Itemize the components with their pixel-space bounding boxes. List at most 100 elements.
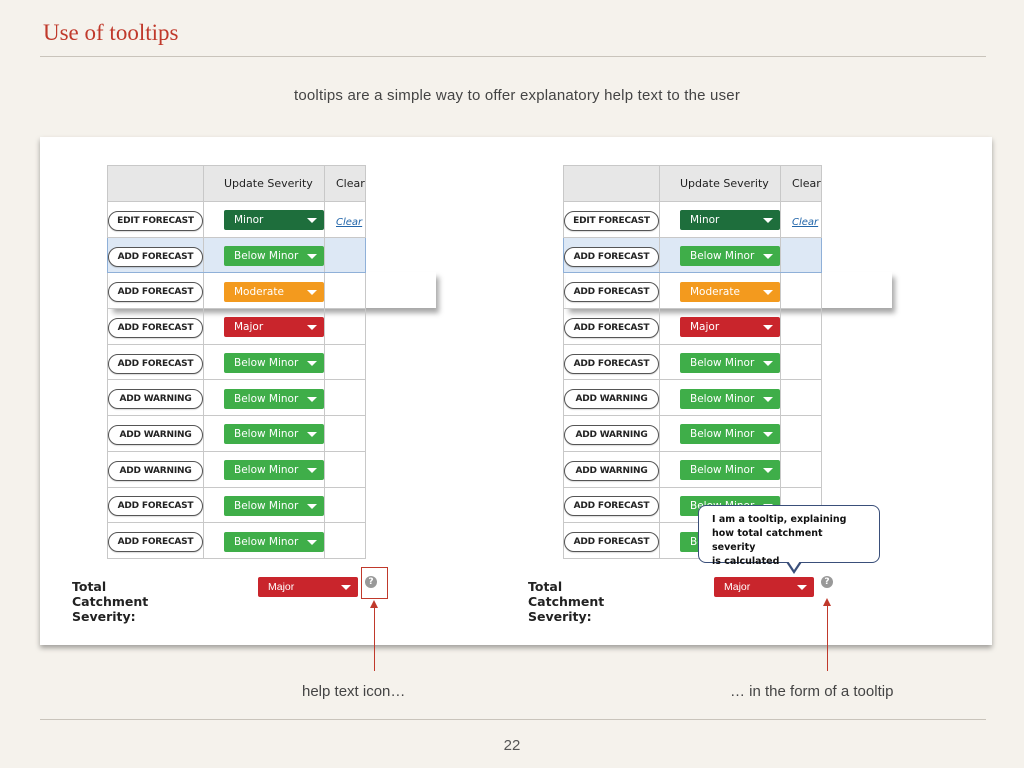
severity-dropdown[interactable]: Below Minor <box>224 495 324 516</box>
action-cell: ADD WARNING <box>107 450 204 488</box>
caret-down-icon <box>763 361 773 367</box>
severity-dropdown[interactable]: Minor <box>224 210 324 231</box>
table-header-row: Update Severity Clear <box>563 165 822 202</box>
caret-down-icon <box>307 396 317 402</box>
clear-cell <box>324 343 366 381</box>
severity-dropdown[interactable]: Below Minor <box>224 424 324 445</box>
severity-dropdown[interactable]: Below Minor <box>680 424 780 445</box>
severity-cell: Minor <box>203 201 325 238</box>
action-button[interactable]: ADD FORECAST <box>108 282 203 303</box>
clear-link[interactable]: Clear <box>336 217 362 228</box>
caret-down-icon <box>307 539 317 545</box>
header-update-severity: Update Severity <box>659 165 781 202</box>
forecast-table: Update Severity Clear EDIT FORECAST Minor… <box>107 165 366 559</box>
clear-cell <box>780 450 822 488</box>
severity-dropdown[interactable]: Below Minor <box>680 353 780 374</box>
action-button[interactable]: EDIT FORECAST <box>564 210 659 231</box>
action-button[interactable]: ADD FORECAST <box>564 246 659 267</box>
action-button[interactable]: ADD FORECAST <box>564 317 659 338</box>
action-button[interactable]: ADD WARNING <box>108 424 203 445</box>
action-button[interactable]: ADD FORECAST <box>108 246 203 267</box>
table-row: ADD FORECAST Below Minor <box>563 343 822 381</box>
severity-value: Moderate <box>690 285 740 298</box>
severity-value: Below Minor <box>690 357 755 370</box>
action-cell: ADD FORECAST <box>107 236 204 274</box>
clear-cell <box>324 522 366 559</box>
caret-down-icon <box>307 361 317 367</box>
severity-dropdown[interactable]: Below Minor <box>680 388 780 409</box>
severity-dropdown[interactable]: Minor <box>680 210 780 231</box>
action-cell: EDIT FORECAST <box>563 201 660 238</box>
caption-left: help text icon… <box>302 683 406 700</box>
severity-cell: Below Minor <box>659 236 781 274</box>
action-cell: ADD WARNING <box>107 379 204 417</box>
action-button[interactable]: ADD FORECAST <box>564 496 659 517</box>
severity-dropdown[interactable]: Below Minor <box>224 246 324 267</box>
action-button[interactable]: ADD FORECAST <box>108 317 203 338</box>
forecast-table: Update Severity Clear EDIT FORECAST Minor… <box>563 165 822 559</box>
action-cell: ADD FORECAST <box>107 272 204 310</box>
severity-value: Minor <box>690 214 720 227</box>
clear-cell <box>324 272 366 310</box>
clear-cell <box>324 450 366 488</box>
table-row: ADD FORECAST Moderate <box>563 272 822 310</box>
action-button[interactable]: ADD FORECAST <box>564 353 659 374</box>
tooltip-pointer-fill <box>788 561 800 570</box>
action-cell: ADD WARNING <box>563 379 660 417</box>
clear-cell <box>324 308 366 345</box>
caret-down-icon <box>307 289 317 295</box>
action-button[interactable]: ADD FORECAST <box>564 282 659 303</box>
action-button[interactable]: ADD FORECAST <box>564 532 659 553</box>
severity-dropdown[interactable]: Below Minor <box>224 353 324 374</box>
action-cell: ADD FORECAST <box>107 522 204 559</box>
severity-dropdown[interactable]: Major <box>224 317 324 338</box>
clear-link[interactable]: Clear <box>792 217 818 228</box>
severity-dropdown[interactable]: Below Minor <box>680 246 780 267</box>
severity-dropdown[interactable]: Below Minor <box>224 388 324 409</box>
severity-cell: Below Minor <box>659 379 781 417</box>
severity-dropdown[interactable]: Moderate <box>224 281 324 302</box>
severity-dropdown[interactable]: Below Minor <box>680 460 780 481</box>
severity-cell: Minor <box>659 201 781 238</box>
total-severity-dropdown[interactable]: Major <box>714 577 814 597</box>
table-header-row: Update Severity Clear <box>107 165 366 202</box>
total-severity-value: Major <box>268 581 295 593</box>
severity-cell: Major <box>203 308 325 345</box>
clear-cell <box>324 415 366 452</box>
caret-down-icon <box>763 396 773 402</box>
action-button[interactable]: EDIT FORECAST <box>108 210 203 231</box>
caret-down-icon <box>307 503 317 509</box>
annotation-arrow-right <box>827 604 828 671</box>
header-clear: Clear <box>324 165 366 202</box>
severity-dropdown[interactable]: Major <box>680 317 780 338</box>
arrow-up-icon <box>370 600 378 608</box>
top-divider <box>40 56 986 57</box>
action-button[interactable]: ADD FORECAST <box>108 353 203 374</box>
action-button[interactable]: ADD WARNING <box>108 460 203 481</box>
severity-value: Below Minor <box>234 357 299 370</box>
severity-dropdown[interactable]: Moderate <box>680 281 780 302</box>
tooltip-line: I am a tooltip, explaining <box>712 514 847 525</box>
total-severity-dropdown[interactable]: Major <box>258 577 358 597</box>
severity-value: Below Minor <box>690 250 755 263</box>
clear-cell <box>324 379 366 417</box>
help-icon-highlight-box <box>361 567 388 599</box>
action-button[interactable]: ADD WARNING <box>564 389 659 410</box>
caret-down-icon <box>763 325 773 331</box>
clear-cell <box>324 236 366 274</box>
question-circle-icon[interactable]: ? <box>821 576 833 588</box>
table-row: ADD WARNING Below Minor <box>107 450 366 488</box>
action-button[interactable]: ADD WARNING <box>564 424 659 445</box>
tooltip-line: how total catchment severity <box>712 528 823 553</box>
table-row: EDIT FORECAST Minor Clear <box>563 201 822 238</box>
caret-down-icon <box>763 218 773 224</box>
slide-subtitle: tooltips are a simple way to offer expla… <box>293 87 741 104</box>
severity-dropdown[interactable]: Below Minor <box>224 460 324 481</box>
action-button[interactable]: ADD FORECAST <box>108 496 203 517</box>
action-button[interactable]: ADD WARNING <box>564 460 659 481</box>
severity-value: Moderate <box>234 285 284 298</box>
severity-dropdown[interactable]: Below Minor <box>224 531 324 552</box>
action-button[interactable]: ADD FORECAST <box>108 532 203 553</box>
caret-down-icon <box>307 218 317 224</box>
action-button[interactable]: ADD WARNING <box>108 389 203 410</box>
